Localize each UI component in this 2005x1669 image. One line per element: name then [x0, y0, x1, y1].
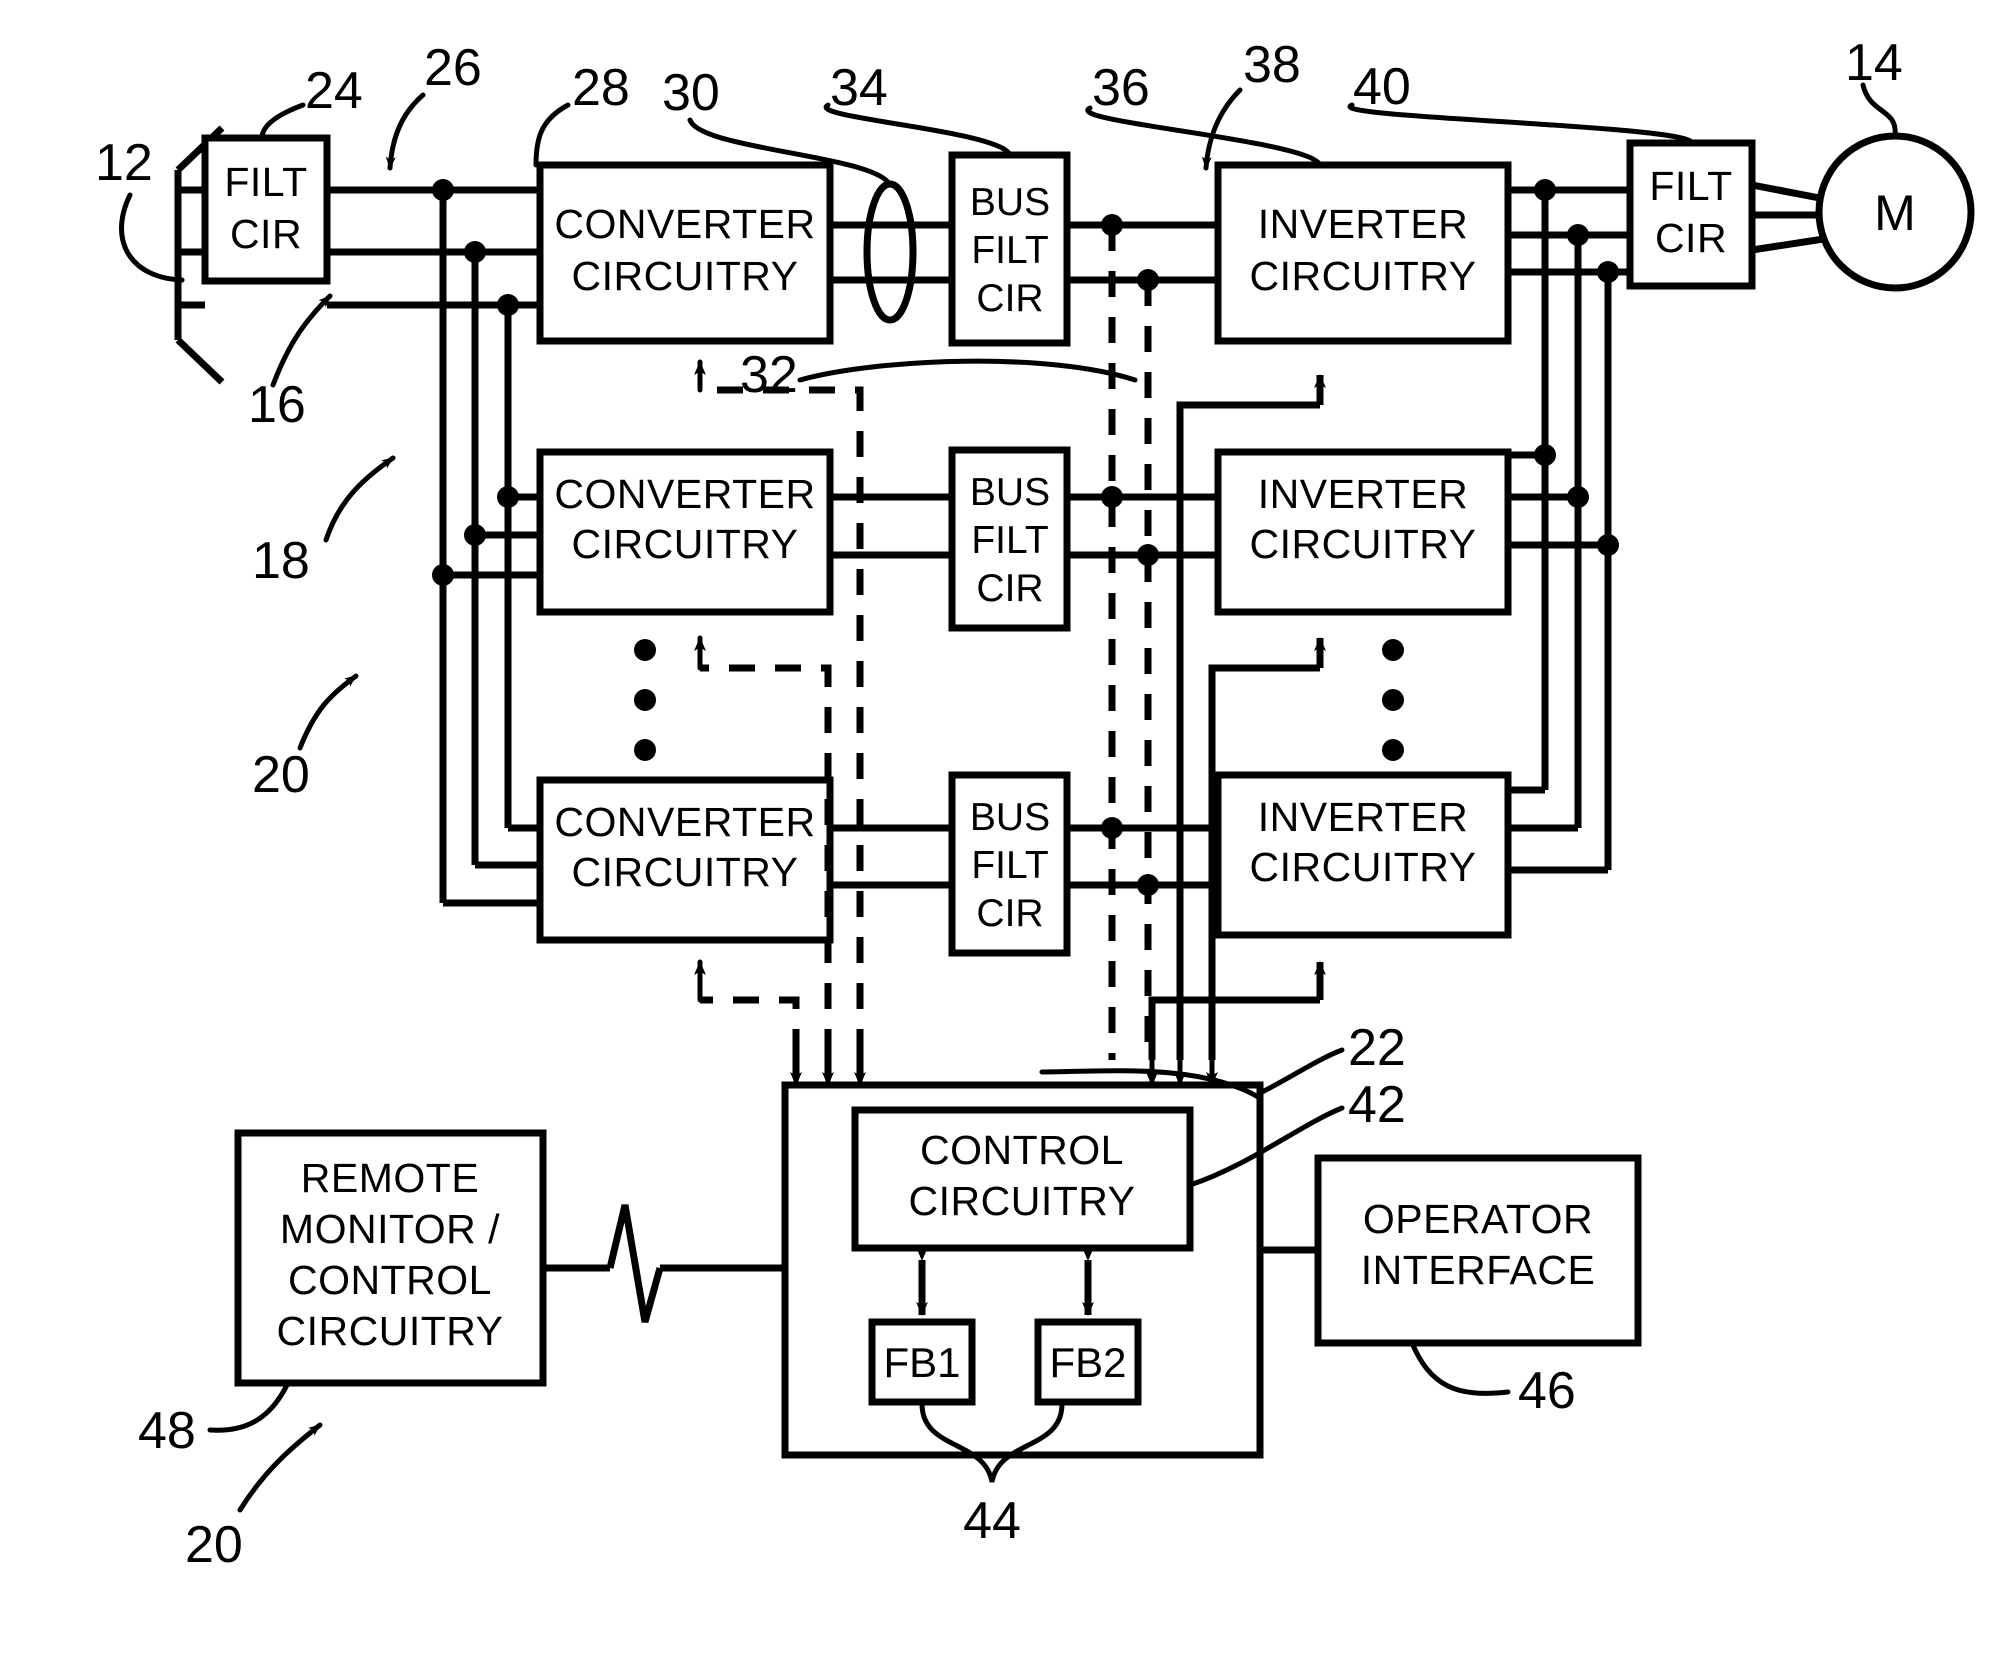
bus-filter-1-label-3: CIR — [976, 277, 1043, 320]
ref-38: 38 — [1243, 36, 1301, 94]
remote-monitor-label-1: REMOTE — [301, 1155, 479, 1201]
control-circuitry-label-1: CONTROL — [920, 1127, 1124, 1173]
bus-to-inverter-links — [1067, 214, 1218, 896]
converter-1-label-1: CONVERTER — [554, 201, 815, 247]
leader-38 — [1201, 87, 1243, 171]
output-filter-label-2: CIR — [1655, 215, 1727, 261]
ref-46: 46 — [1518, 1362, 1576, 1420]
bus-filter-2-label-3: CIR — [976, 567, 1043, 610]
ref-12: 12 — [95, 134, 153, 192]
converter-2-label-2: CIRCUITRY — [572, 521, 799, 567]
dc-link-row-1 — [830, 180, 952, 324]
leader-20-bottom — [237, 1422, 323, 1513]
ref-16: 16 — [248, 376, 306, 434]
inverter-n-label-1: INVERTER — [1258, 794, 1469, 840]
bus-filter-n-label-2: FILT — [971, 844, 1048, 887]
leader-32 — [797, 358, 1138, 383]
inverter-1-label-1: INVERTER — [1258, 201, 1469, 247]
feedback-1-label: FB1 — [883, 1339, 960, 1386]
inverter-2-label-2: CIRCUITRY — [1250, 521, 1477, 567]
leader-14 — [1860, 82, 1898, 139]
inverter-2-label-1: INVERTER — [1258, 471, 1469, 517]
operator-interface-label-2: INTERFACE — [1361, 1247, 1596, 1293]
leader-28 — [533, 102, 571, 168]
bus-filter-2-label-1: BUS — [970, 471, 1050, 514]
converter-n-label-2: CIRCUITRY — [572, 849, 799, 895]
remote-monitor-label-2: MONITOR / — [280, 1206, 500, 1252]
leader-26 — [385, 92, 426, 171]
motor-label: M — [1874, 185, 1916, 241]
output-three-phase-bus — [1508, 179, 1630, 874]
converter-1-label-2: CIRCUITRY — [572, 253, 799, 299]
leader-48 — [207, 1380, 291, 1433]
leader-16 — [270, 293, 333, 388]
dc-bus-sense-dashed-lines — [1108, 225, 1152, 1060]
dc-link-row-n — [830, 824, 952, 889]
inverter-n-label-2: CIRCUITRY — [1250, 844, 1477, 890]
leader-18 — [323, 455, 396, 543]
inverter-1-label-2: CIRCUITRY — [1250, 253, 1477, 299]
converter-n-label-1: CONVERTER — [554, 799, 815, 845]
figure-canvas: FILT CIR CONVERTER CIRCUITRY CONVERTER C… — [0, 0, 2005, 1669]
ref-26: 26 — [424, 39, 482, 97]
bus-filter-1-label-1: BUS — [970, 181, 1050, 224]
leader-24 — [259, 102, 306, 141]
leader-46 — [1409, 1340, 1511, 1396]
three-phase-distribution-bus — [439, 190, 540, 907]
common-mode-choke-icon — [863, 180, 917, 324]
bus-filter-2-label-2: FILT — [971, 519, 1048, 562]
ref-18: 18 — [252, 532, 310, 590]
ref-36: 36 — [1092, 59, 1150, 117]
ref-20-bottom: 20 — [185, 1516, 243, 1574]
ref-48: 48 — [138, 1402, 196, 1460]
ref-22: 22 — [1348, 1019, 1406, 1077]
leader-20-top — [297, 673, 359, 751]
ref-34: 34 — [830, 59, 888, 117]
output-filter-label-1: FILT — [1649, 163, 1732, 209]
operator-interface-label-1: OPERATOR — [1363, 1196, 1593, 1242]
input-filter-label-2: CIR — [230, 211, 302, 257]
bus-filter-n-label-3: CIR — [976, 892, 1043, 935]
dc-link-row-2 — [830, 493, 952, 559]
inverter-continuation-dots — [1382, 639, 1404, 761]
ref-28: 28 — [572, 59, 630, 117]
bus-filter-1-label-2: FILT — [971, 229, 1048, 272]
ref-42: 42 — [1348, 1076, 1406, 1134]
ref-30: 30 — [662, 64, 720, 122]
feedback-2-label: FB2 — [1049, 1339, 1126, 1386]
input-three-phase-wires — [327, 186, 540, 309]
leader-12 — [119, 192, 185, 283]
ref-44: 44 — [963, 1492, 1021, 1550]
ref-32: 32 — [740, 346, 798, 404]
input-filter-label-1: FILT — [224, 159, 307, 205]
converter-2-label-1: CONVERTER — [554, 471, 815, 517]
ref-24: 24 — [305, 62, 363, 120]
bus-filter-n-label-1: BUS — [970, 796, 1050, 839]
leader-22c — [1259, 1047, 1345, 1095]
remote-communication-link — [543, 1204, 785, 1323]
remote-monitor-label-3: CONTROL — [288, 1257, 492, 1303]
ref-40: 40 — [1353, 58, 1411, 116]
remote-monitor-label-4: CIRCUITRY — [277, 1308, 504, 1354]
ref-14: 14 — [1845, 34, 1903, 92]
control-circuitry-label-2: CIRCUITRY — [909, 1178, 1136, 1224]
ref-20-top: 20 — [252, 746, 310, 804]
converter-continuation-dots — [634, 639, 656, 761]
